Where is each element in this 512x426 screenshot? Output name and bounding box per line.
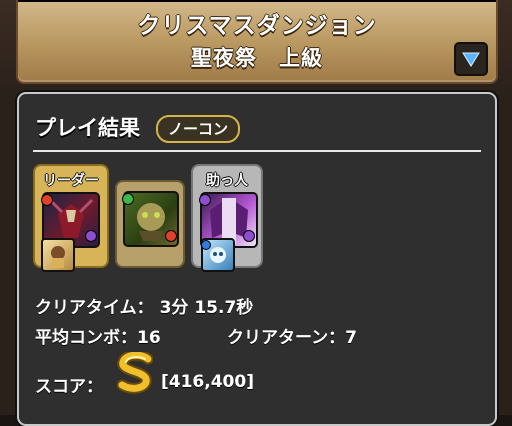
score-value: [416,400] [161,372,254,392]
avg-combo-value: 16 [137,328,161,348]
triangle-down-icon [462,52,480,67]
leader-label: リーダー [43,173,99,189]
dungeon-title: クリスマスダンジョン [137,13,377,39]
divider [33,150,481,152]
helper-label: 助っ人 [206,173,248,189]
clear-turn-label: クリアターン： [227,328,346,348]
result-title: プレイ結果 [35,116,140,140]
avg-combo-row: 平均コンボ：16 [35,323,161,348]
dark-orb-icon [85,230,97,242]
fire-orb-icon [165,230,177,242]
no-continue-badge: ノーコン [156,115,241,143]
water-orb-icon [201,240,211,250]
leader-card[interactable]: リーダー [33,164,109,272]
leader-assist-portrait [41,238,75,272]
clear-time-label: クリアタイム： [35,298,154,318]
background-left [0,90,18,415]
result-panel: プレイ結果 ノーコン リーダー 助っ人 クリアタイム： 3分 15.7秒 平均コ… [17,92,497,426]
dungeon-subtitle: 聖夜祭 上級 [191,46,323,70]
dark-orb-icon [199,194,211,206]
dark-orb-icon [243,230,255,242]
wood-orb-icon [122,193,134,205]
dropdown-button[interactable] [454,42,488,76]
helper-card[interactable]: 助っ人 [191,164,263,272]
assist-monster-icon [51,246,65,268]
fire-orb-icon [41,194,53,206]
s-rank-icon [117,352,153,394]
clear-turn-row: クリアターン：7 [227,323,357,348]
clear-time-row: クリアタイム： 3分 15.7秒 [35,293,253,318]
clear-turn-value: 7 [345,328,357,348]
score-label: スコア： [35,377,103,397]
dungeon-banner: クリスマスダンジョン 聖夜祭 上級 [16,0,498,84]
sub-member-card[interactable] [115,180,185,268]
avg-combo-label: 平均コンボ： [35,328,137,348]
clear-time-value: 3分 15.7秒 [159,298,254,318]
